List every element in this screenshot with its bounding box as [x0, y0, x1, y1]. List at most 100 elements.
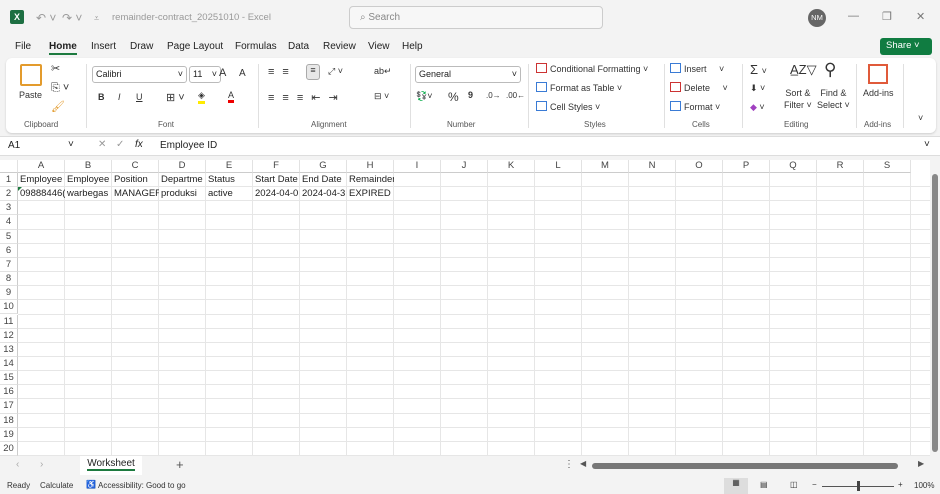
cut-icon[interactable]: ✂	[51, 62, 60, 75]
row-header-12[interactable]: 12	[0, 328, 18, 343]
column-header-r[interactable]: R	[817, 160, 864, 173]
restore-icon[interactable]: ❐	[882, 10, 892, 23]
select-all-corner[interactable]	[0, 160, 18, 173]
column-header-f[interactable]: F	[253, 160, 300, 173]
decrease-decimal-icon[interactable]: .00←	[506, 91, 525, 100]
cell-e2[interactable]: active	[206, 187, 253, 201]
column-header-k[interactable]: K	[488, 160, 535, 173]
font-name-combo[interactable]: Calibri ˅	[92, 66, 187, 83]
cell-c2[interactable]: MANAGEF	[112, 187, 159, 201]
add-sheet-icon[interactable]: +	[176, 457, 184, 472]
fill-color-icon[interactable]: ◈	[198, 90, 205, 104]
cell-h1[interactable]: Remainder	[347, 173, 394, 187]
column-header-o[interactable]: O	[676, 160, 723, 173]
horizontal-scrollbar[interactable]	[592, 463, 898, 469]
row-header-18[interactable]: 18	[0, 413, 18, 428]
bottom-align-icon[interactable]: ≡	[306, 64, 320, 80]
page-break-view-icon[interactable]: ◫	[790, 480, 798, 489]
sheet-tab-worksheet[interactable]: Worksheet	[80, 456, 142, 475]
normal-view-icon[interactable]: ▦	[724, 478, 748, 494]
row-header-7[interactable]: 7	[0, 257, 18, 273]
merge-center-icon[interactable]: ⊟ ˅	[374, 91, 389, 102]
customize-qat-icon[interactable]: ⩡	[94, 13, 99, 24]
redo-icon[interactable]: ↷ ˅	[62, 11, 82, 25]
column-header-l[interactable]: L	[535, 160, 582, 173]
italic-button[interactable]: I	[118, 92, 121, 102]
row-header-11[interactable]: 11	[0, 314, 18, 329]
undo-icon[interactable]: ↶ ˅	[36, 11, 56, 25]
borders-icon[interactable]: ⊞ ˅	[166, 91, 185, 104]
cell-c1[interactable]: Position	[112, 173, 159, 187]
column-header-s[interactable]: S	[864, 160, 911, 173]
tab-split-handle[interactable]: ⋮	[564, 459, 574, 470]
avatar[interactable]: NM	[808, 9, 826, 27]
expand-formula-bar-icon[interactable]: ˅	[924, 139, 930, 150]
format-cells-button[interactable]: Format ˅	[670, 101, 720, 112]
row-header-6[interactable]: 6	[0, 243, 18, 258]
formula-input[interactable]: Employee ID	[160, 140, 217, 151]
row-header-19[interactable]: 19	[0, 427, 18, 442]
autosum-button[interactable]: Σ ˅	[750, 62, 767, 77]
minimize-icon[interactable]: —	[848, 10, 859, 22]
row-header-8[interactable]: 8	[0, 272, 18, 287]
status-calculate[interactable]: Calculate	[40, 481, 73, 490]
cell-h2[interactable]: EXPIRED	[347, 187, 394, 201]
cell-g1[interactable]: End Date	[300, 173, 347, 187]
insert-cells-button[interactable]: Insert ˅	[670, 63, 724, 74]
font-color-icon[interactable]: A	[228, 90, 235, 103]
find-select-button[interactable]: Find & Select ˅	[817, 87, 850, 111]
fill-icon[interactable]: ⬇ ˅	[750, 83, 765, 94]
paste-button[interactable]: Paste	[19, 90, 42, 100]
column-header-g[interactable]: G	[300, 160, 347, 173]
row-header-17[interactable]: 17	[0, 399, 18, 414]
cell-f2[interactable]: 2024-04-0	[253, 187, 300, 201]
wrap-text-icon[interactable]: ab↵	[374, 66, 392, 77]
column-header-e[interactable]: E	[206, 160, 253, 173]
column-header-h[interactable]: H	[347, 160, 394, 173]
column-header-c[interactable]: C	[112, 160, 159, 173]
column-header-a[interactable]: A	[18, 160, 65, 173]
column-header-m[interactable]: M	[582, 160, 629, 173]
spreadsheet-grid[interactable]: A B C D E F G H I J K L M N O P Q R S 1 2 3 4 5 6 7 8 9 10 11 12 13 14 15…	[0, 160, 930, 456]
row-header-2[interactable]: 2	[0, 187, 18, 202]
menu-home[interactable]: Home	[49, 41, 77, 55]
conditional-formatting-button[interactable]: Conditional Formatting ˅	[536, 63, 648, 74]
zoom-out-icon[interactable]: −	[812, 480, 817, 489]
menu-insert[interactable]: Insert	[91, 41, 116, 52]
cell-d2[interactable]: produksi	[159, 187, 206, 201]
comma-button[interactable]: 9	[468, 90, 473, 100]
paste-icon[interactable]	[20, 64, 42, 86]
enter-icon[interactable]: ✓	[116, 139, 124, 150]
menu-review[interactable]: Review	[323, 41, 356, 52]
cell-a1[interactable]: Employee ID	[18, 173, 65, 187]
menu-view[interactable]: View	[368, 41, 390, 52]
name-box-dropdown-icon[interactable]: ˅	[68, 139, 74, 150]
menu-help[interactable]: Help	[402, 41, 423, 52]
zoom-in-icon[interactable]: +	[898, 480, 903, 489]
vertical-scrollbar[interactable]	[930, 160, 940, 456]
vertical-align-icons[interactable]: ≡≡	[268, 66, 297, 78]
increase-decimal-icon[interactable]: .0→	[486, 91, 501, 100]
cancel-icon[interactable]: ✕	[98, 139, 106, 150]
column-header-b[interactable]: B	[65, 160, 112, 173]
delete-cells-button[interactable]: Delete ˅	[670, 82, 728, 93]
accounting-format-icon[interactable]: 💱˅	[416, 91, 432, 102]
font-size-combo[interactable]: 11 ˅	[189, 66, 221, 83]
next-sheet-icon[interactable]: ›	[40, 459, 43, 470]
grow-font-button[interactable]: A	[219, 67, 226, 79]
format-as-table-button[interactable]: Format as Table ˅	[536, 82, 622, 93]
column-header-n[interactable]: N	[629, 160, 676, 173]
insert-function-button[interactable]: fx	[135, 139, 143, 150]
share-button[interactable]: Share ˅	[880, 38, 932, 55]
row-header-10[interactable]: 10	[0, 300, 18, 315]
row-header-20[interactable]: 20	[0, 441, 18, 456]
underline-button[interactable]: U	[136, 92, 143, 102]
close-icon[interactable]: ✕	[916, 10, 925, 23]
search-box[interactable]: ⌕ Search	[349, 6, 603, 29]
menu-formulas[interactable]: Formulas	[235, 41, 277, 52]
cell-styles-button[interactable]: Cell Styles ˅	[536, 101, 600, 112]
menu-file[interactable]: File	[15, 41, 31, 52]
row-header-16[interactable]: 16	[0, 385, 18, 400]
row-header-5[interactable]: 5	[0, 229, 18, 244]
row-header-9[interactable]: 9	[0, 286, 18, 301]
